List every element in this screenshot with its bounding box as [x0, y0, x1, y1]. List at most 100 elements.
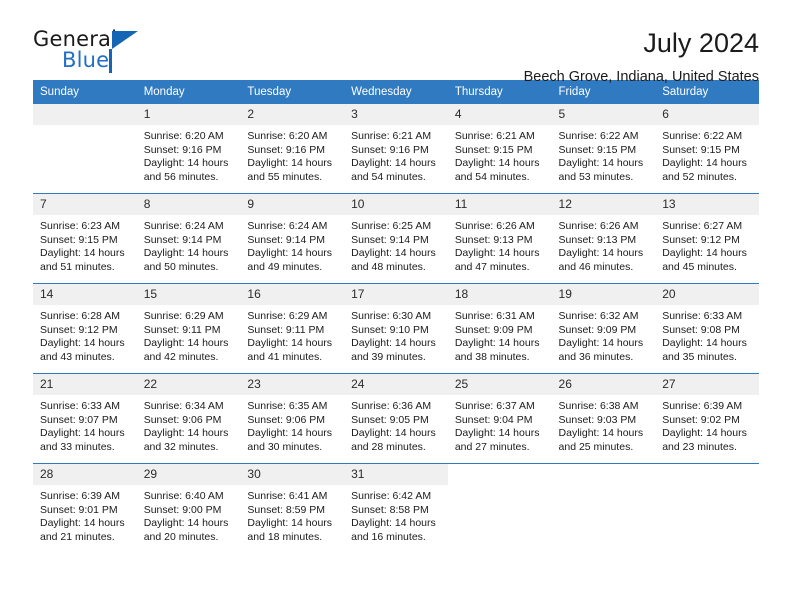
- day-number: 9: [240, 194, 345, 215]
- day-cell[interactable]: 27 Sunrise: 6:39 AM Sunset: 9:02 PM Dayligh…: [655, 374, 759, 463]
- day-cell[interactable]: 31 Sunrise: 6:42 AM Sunset: 8:58 PM Dayligh…: [344, 464, 448, 553]
- day-daylight-line1-text: Daylight: 14 hours: [454, 337, 540, 350]
- day-details: Sunrise: 6:32 AM Sunset: 9:09 PM Daylight:…: [552, 305, 656, 364]
- day-details: Sunrise: 6:22 AM Sunset: 9:15 PM Daylight:…: [552, 125, 656, 184]
- calendar-cell: 11 Sunrise: 6:26 AM Sunset: 9:13 PM Dayligh…: [447, 193, 552, 284]
- day-sunrise-text: Sunrise: 6:22 AM: [558, 130, 639, 142]
- day-details: Sunrise: 6:41 AM Sunset: 8:59 PM Daylight:…: [240, 485, 344, 544]
- day-cell[interactable]: 25 Sunrise: 6:37 AM Sunset: 9:04 PM Dayligh…: [447, 374, 552, 463]
- day-sunrise-text: Sunrise: 6:34 AM: [143, 400, 224, 412]
- day-sunset-text: Sunset: 9:10 PM: [351, 323, 429, 336]
- day-sunrise-text: Sunrise: 6:24 AM: [143, 220, 224, 232]
- day-cell[interactable]: 22 Sunrise: 6:34 AM Sunset: 9:06 PM Dayligh…: [136, 374, 241, 463]
- day-cell[interactable]: 17 Sunrise: 6:30 AM Sunset: 9:10 PM Dayligh…: [344, 284, 448, 373]
- day-sunrise-text: Sunrise: 6:23 AM: [40, 220, 120, 232]
- day-daylight-line1-text: Daylight: 14 hours: [40, 337, 125, 350]
- day-sunrise-text: Sunrise: 6:20 AM: [247, 130, 328, 142]
- day-daylight-line1-text: Daylight: 14 hours: [662, 157, 747, 170]
- day-cell[interactable]: 6 Sunrise: 6:22 AM Sunset: 9:15 PM Daylight…: [655, 104, 759, 193]
- day-number: 19: [551, 284, 656, 305]
- day-cell[interactable]: 14 Sunrise: 6:28 AM Sunset: 9:12 PM Dayligh…: [33, 284, 137, 373]
- day-cell[interactable]: 16 Sunrise: 6:29 AM Sunset: 9:11 PM Dayligh…: [240, 284, 345, 373]
- day-sunrise-text: Sunrise: 6:22 AM: [662, 130, 743, 142]
- day-cell[interactable]: 18 Sunrise: 6:31 AM Sunset: 9:09 PM Dayligh…: [447, 284, 552, 373]
- day-daylight-line1-text: Daylight: 14 hours: [247, 157, 333, 170]
- calendar-cell: 1 Sunrise: 6:20 AM Sunset: 9:16 PM Daylight…: [136, 104, 241, 194]
- day-daylight-line2-text: and 43 minutes.: [40, 350, 115, 363]
- day-daylight-line2-text: and 16 minutes.: [351, 530, 426, 543]
- day-cell[interactable]: 4 Sunrise: 6:21 AM Sunset: 9:15 PM Daylight…: [447, 104, 552, 193]
- day-cell[interactable]: 30 Sunrise: 6:41 AM Sunset: 8:59 PM Dayligh…: [240, 464, 345, 553]
- day-cell[interactable]: 8 Sunrise: 6:24 AM Sunset: 9:14 PM Daylight…: [136, 194, 241, 283]
- calendar-cell: 12 Sunrise: 6:26 AM Sunset: 9:13 PM Dayligh…: [551, 193, 656, 284]
- day-sunrise-text: Sunrise: 6:37 AM: [454, 400, 535, 412]
- day-details: Sunrise: 6:25 AM Sunset: 9:14 PM Daylight:…: [344, 215, 448, 274]
- day-cell[interactable]: 10 Sunrise: 6:25 AM Sunset: 9:14 PM Dayligh…: [344, 194, 448, 283]
- day-sunset-text: Sunset: 9:12 PM: [662, 233, 740, 246]
- day-number: 11: [447, 194, 552, 215]
- day-daylight-line2-text: and 36 minutes.: [558, 350, 634, 363]
- day-sunrise-text: Sunrise: 6:26 AM: [558, 220, 639, 232]
- day-cell[interactable]: 9 Sunrise: 6:24 AM Sunset: 9:14 PM Daylight…: [240, 194, 345, 283]
- calendar-cell: [33, 104, 137, 194]
- day-cell[interactable]: 19 Sunrise: 6:32 AM Sunset: 9:09 PM Dayligh…: [551, 284, 656, 373]
- day-details: Sunrise: 6:27 AM Sunset: 9:12 PM Daylight:…: [655, 215, 759, 274]
- day-cell[interactable]: 1 Sunrise: 6:20 AM Sunset: 9:16 PM Daylight…: [136, 104, 241, 193]
- day-cell[interactable]: 20 Sunrise: 6:33 AM Sunset: 9:08 PM Dayligh…: [655, 284, 759, 373]
- calendar-cell: 4 Sunrise: 6:21 AM Sunset: 9:15 PM Daylight…: [447, 104, 552, 194]
- day-daylight-line1-text: Daylight: 14 hours: [143, 517, 229, 530]
- calendar-cell: 9 Sunrise: 6:24 AM Sunset: 9:14 PM Daylight…: [240, 193, 345, 284]
- day-details: Sunrise: 6:33 AM Sunset: 9:08 PM Daylight:…: [655, 305, 759, 364]
- calendar-cell: [655, 463, 759, 553]
- day-number: 18: [447, 284, 552, 305]
- day-cell[interactable]: 29 Sunrise: 6:40 AM Sunset: 9:00 PM Dayligh…: [136, 464, 241, 553]
- day-number: 21: [33, 374, 137, 395]
- day-number: 4: [447, 104, 552, 125]
- day-daylight-line1-text: Daylight: 14 hours: [662, 247, 747, 260]
- calendar-week-row: 14 Sunrise: 6:28 AM Sunset: 9:12 PM Dayligh…: [33, 283, 759, 374]
- day-daylight-line2-text: and 28 minutes.: [351, 440, 426, 453]
- day-cell[interactable]: 5 Sunrise: 6:22 AM Sunset: 9:15 PM Daylight…: [551, 104, 656, 193]
- day-number: 15: [136, 284, 241, 305]
- day-cell[interactable]: 21 Sunrise: 6:33 AM Sunset: 9:07 PM Dayligh…: [33, 374, 137, 463]
- day-daylight-line1-text: Daylight: 14 hours: [143, 157, 229, 170]
- day-sunset-text: Sunset: 9:06 PM: [247, 413, 326, 426]
- day-daylight-line2-text: and 39 minutes.: [351, 350, 426, 363]
- day-details: Sunrise: 6:22 AM Sunset: 9:15 PM Daylight:…: [655, 125, 759, 184]
- day-details: Sunrise: 6:23 AM Sunset: 9:15 PM Daylight:…: [33, 215, 137, 274]
- day-daylight-line1-text: Daylight: 14 hours: [40, 247, 125, 260]
- day-details: Sunrise: 6:38 AM Sunset: 9:03 PM Daylight:…: [552, 395, 656, 454]
- title-block: July 2024 Beech Grove, Indiana, United S…: [524, 27, 759, 84]
- day-number: 17: [344, 284, 448, 305]
- day-sunrise-text: Sunrise: 6:28 AM: [40, 310, 120, 322]
- day-cell[interactable]: 26 Sunrise: 6:38 AM Sunset: 9:03 PM Dayligh…: [551, 374, 656, 463]
- day-cell[interactable]: 7 Sunrise: 6:23 AM Sunset: 9:15 PM Daylight…: [33, 194, 137, 283]
- day-cell[interactable]: 23 Sunrise: 6:35 AM Sunset: 9:06 PM Dayligh…: [240, 374, 345, 463]
- day-cell[interactable]: 24 Sunrise: 6:36 AM Sunset: 9:05 PM Dayligh…: [344, 374, 448, 463]
- day-details: Sunrise: 6:31 AM Sunset: 9:09 PM Daylight:…: [448, 305, 552, 364]
- day-sunset-text: Sunset: 9:05 PM: [351, 413, 429, 426]
- calendar-cell: 7 Sunrise: 6:23 AM Sunset: 9:15 PM Daylight…: [33, 193, 137, 284]
- day-number: 31: [344, 464, 448, 485]
- day-cell[interactable]: 11 Sunrise: 6:26 AM Sunset: 9:13 PM Dayligh…: [447, 194, 552, 283]
- day-daylight-line2-text: and 30 minutes.: [247, 440, 323, 453]
- day-daylight-line1-text: Daylight: 14 hours: [351, 247, 436, 260]
- day-daylight-line1-text: Daylight: 14 hours: [662, 337, 747, 350]
- calendar-body: 1 Sunrise: 6:20 AM Sunset: 9:16 PM Daylight…: [33, 104, 759, 553]
- day-daylight-line2-text: and 42 minutes.: [143, 350, 219, 363]
- day-cell[interactable]: 13 Sunrise: 6:27 AM Sunset: 9:12 PM Dayligh…: [655, 194, 759, 283]
- day-details: Sunrise: 6:20 AM Sunset: 9:16 PM Daylight:…: [137, 125, 241, 184]
- day-cell-empty: [448, 464, 552, 553]
- calendar-page: General Blue July 2024 Beech Grove, Indi…: [0, 0, 792, 612]
- day-cell[interactable]: 15 Sunrise: 6:29 AM Sunset: 9:11 PM Dayligh…: [136, 284, 241, 373]
- day-cell[interactable]: 12 Sunrise: 6:26 AM Sunset: 9:13 PM Dayligh…: [551, 194, 656, 283]
- day-cell[interactable]: 28 Sunrise: 6:39 AM Sunset: 9:01 PM Dayligh…: [33, 464, 137, 553]
- day-daylight-line1-text: Daylight: 14 hours: [351, 337, 436, 350]
- day-number: 5: [551, 104, 656, 125]
- day-daylight-line2-text: and 51 minutes.: [40, 260, 115, 273]
- day-cell[interactable]: 2 Sunrise: 6:20 AM Sunset: 9:16 PM Daylight…: [240, 104, 345, 193]
- day-details: Sunrise: 6:24 AM Sunset: 9:14 PM Daylight:…: [137, 215, 241, 274]
- day-sunrise-text: Sunrise: 6:21 AM: [454, 130, 535, 142]
- day-cell[interactable]: 3 Sunrise: 6:21 AM Sunset: 9:16 PM Daylight…: [344, 104, 448, 193]
- calendar-cell: 15 Sunrise: 6:29 AM Sunset: 9:11 PM Dayligh…: [136, 283, 241, 374]
